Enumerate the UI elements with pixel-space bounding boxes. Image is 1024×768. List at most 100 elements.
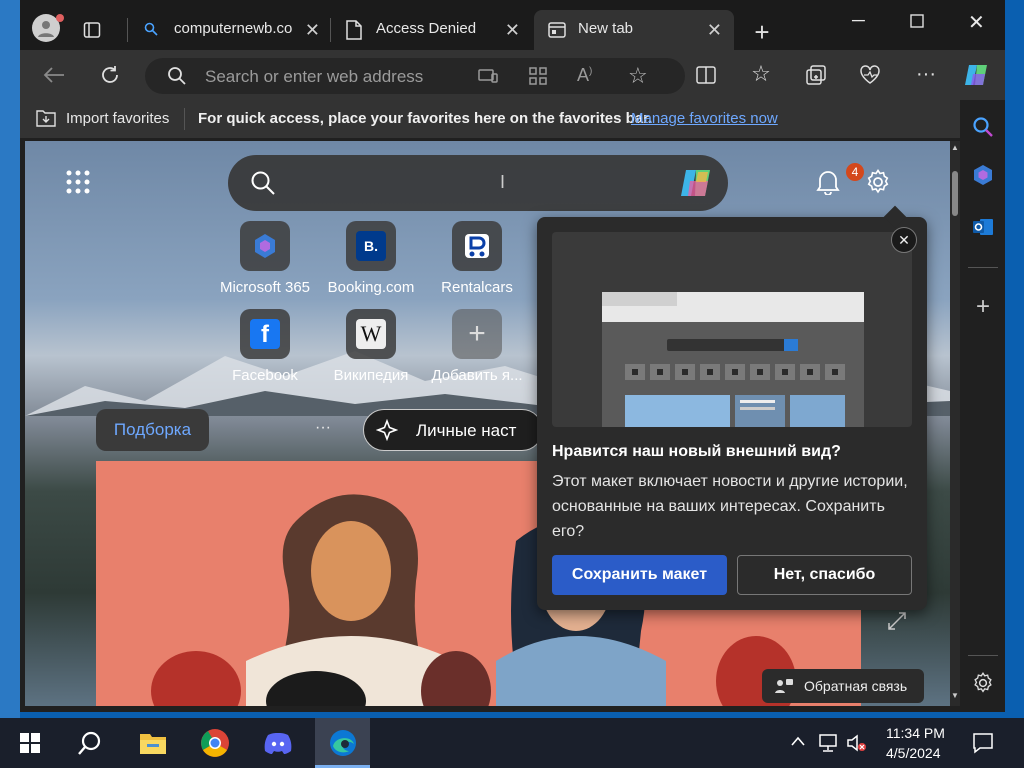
apps-launcher-icon[interactable] — [65, 167, 91, 197]
collections-icon[interactable] — [802, 62, 830, 88]
cast-icon[interactable] — [478, 67, 498, 90]
newtab-icon — [548, 22, 566, 42]
quick-link-microsoft-365[interactable]: Microsoft 365 — [210, 221, 320, 296]
taskbar-search-icon[interactable] — [65, 718, 115, 768]
dialog-body: Этот макет включает новости и другие ист… — [552, 473, 908, 540]
tab-label: Access Denied — [376, 20, 477, 37]
search-icon — [250, 170, 276, 201]
sidebar-divider — [968, 655, 998, 656]
maximize-icon[interactable] — [910, 12, 924, 33]
tab-new-tab[interactable]: New tab ✕ — [534, 10, 734, 50]
sidebar-search-icon[interactable] — [968, 112, 998, 142]
clock-time[interactable]: 11:34 PM — [886, 725, 945, 741]
sidebar-microsoft-365-icon[interactable] — [968, 160, 998, 190]
back-arrow-icon[interactable] — [40, 62, 68, 88]
tab-label: computernewb.co — [174, 20, 293, 37]
avatar-status-dot — [56, 14, 64, 22]
add-plus-icon: + — [452, 309, 502, 359]
sidebar-add-icon[interactable]: + — [968, 292, 998, 322]
feed-tab-podborka[interactable]: Подборка — [96, 409, 209, 451]
sidebar-divider — [968, 267, 998, 268]
page-search-box[interactable]: I — [228, 155, 728, 211]
discord-icon[interactable] — [253, 718, 303, 768]
new-layout-dialog: ✕ Нравится наш новый внешний вид? Этот м… — [537, 205, 927, 610]
tab-computernewb[interactable]: computernewb.co ✕ — [132, 10, 332, 50]
favorite-star-icon[interactable]: ☆ — [628, 63, 648, 89]
quick-link-add[interactable]: + Добавить я... — [422, 309, 532, 384]
quick-link-rentalcars[interactable]: Rentalcars — [422, 221, 532, 296]
scroll-up-arrow-icon[interactable]: ▲ — [951, 143, 959, 152]
volume-muted-icon[interactable] — [846, 733, 868, 758]
browser-window: computernewb.co ✕ Access Denied ✕ New ta… — [20, 0, 1005, 712]
more-options-icon[interactable]: ··· — [912, 60, 940, 88]
vertical-scrollbar[interactable]: ▲ ▼ — [950, 141, 960, 706]
browser-essentials-icon[interactable] — [856, 62, 884, 88]
rentalcars-icon — [452, 221, 502, 271]
dialog-title: Нравится наш новый внешний вид? — [552, 443, 841, 460]
microsoft-365-icon — [240, 221, 290, 271]
page-icon — [346, 20, 362, 44]
edge-sidebar: + — [960, 100, 1005, 712]
decline-button[interactable]: Нет, спасибо — [737, 555, 912, 595]
notification-badge: 4 — [846, 163, 864, 181]
quick-link-wikipedia[interactable]: W Википедия — [316, 309, 426, 384]
manage-favorites-link[interactable]: Manage favorites now — [631, 110, 778, 127]
search-icon — [144, 22, 158, 40]
close-icon[interactable]: ✕ — [707, 20, 722, 41]
close-icon[interactable]: ✕ — [305, 20, 320, 41]
favbar-message: For quick access, place your favorites h… — [198, 110, 653, 127]
tab-actions-icon[interactable] — [80, 18, 104, 42]
split-screen-icon[interactable] — [692, 62, 720, 88]
apps-icon[interactable] — [529, 67, 547, 90]
favbar-divider — [184, 108, 185, 130]
start-windows-icon[interactable] — [5, 718, 55, 768]
file-explorer-icon[interactable] — [128, 718, 178, 768]
clock-date[interactable]: 4/5/2024 — [886, 745, 941, 761]
address-bar[interactable]: Search or enter web address A) ☆ — [145, 58, 685, 94]
edge-icon[interactable] — [315, 718, 370, 768]
scrollbar-thumb[interactable] — [952, 171, 958, 216]
expand-icon[interactable] — [887, 611, 907, 636]
new-tab-plus-icon[interactable]: + — [748, 17, 776, 47]
personalize-button[interactable]: Личные наст — [363, 409, 543, 451]
feedback-button[interactable]: Обратная связь — [762, 669, 924, 703]
copilot-icon[interactable] — [962, 60, 992, 90]
sidebar-settings-gear-icon[interactable] — [968, 668, 998, 698]
facebook-icon: f — [240, 309, 290, 359]
minimize-icon[interactable]: ─ — [852, 10, 865, 31]
import-favorites-button[interactable]: Import favorites — [66, 110, 169, 127]
text-cursor-icon: I — [500, 172, 506, 192]
sidebar-outlook-icon[interactable] — [968, 212, 998, 242]
favorites-bar: Import favorites For quick access, place… — [20, 100, 1005, 138]
page-settings-gear-icon[interactable] — [863, 167, 893, 197]
quick-link-booking[interactable]: B. Booking.com — [316, 221, 426, 296]
close-window-icon[interactable]: ✕ — [968, 10, 985, 35]
sparkle-star-icon — [375, 418, 399, 446]
chrome-icon[interactable] — [190, 718, 240, 768]
feed-more-icon[interactable]: ··· — [315, 419, 331, 437]
import-favorites-icon — [36, 109, 56, 131]
show-hidden-icons-chevron-icon[interactable] — [790, 734, 806, 752]
quick-link-facebook[interactable]: f Facebook — [210, 309, 320, 384]
favorites-icon[interactable]: ☆ — [747, 60, 775, 88]
tab-access-denied[interactable]: Access Denied ✕ — [332, 10, 532, 50]
refresh-icon[interactable] — [96, 62, 124, 88]
network-icon[interactable] — [818, 733, 840, 758]
copilot-icon[interactable] — [678, 167, 716, 204]
wikipedia-icon: W — [346, 309, 396, 359]
windows-taskbar: 11:34 PM 4/5/2024 — [0, 718, 1024, 768]
search-icon — [167, 66, 187, 91]
navigation-toolbar: Search or enter web address A) ☆ ☆ ··· — [20, 50, 1005, 100]
scroll-down-arrow-icon[interactable]: ▼ — [951, 691, 959, 700]
notifications-bell-icon[interactable] — [813, 167, 843, 197]
notification-center-icon[interactable] — [972, 732, 994, 759]
tab-bar: computernewb.co ✕ Access Denied ✕ New ta… — [20, 0, 1005, 50]
layout-preview-image — [552, 232, 912, 427]
save-layout-button[interactable]: Сохранить макет — [552, 555, 727, 595]
dialog-close-icon[interactable]: ✕ — [891, 227, 917, 253]
close-icon[interactable]: ✕ — [505, 20, 520, 41]
read-aloud-icon[interactable]: A) — [577, 65, 592, 86]
tab-label: New tab — [578, 20, 634, 37]
booking-icon: B. — [346, 221, 396, 271]
desktop-background — [0, 0, 20, 718]
